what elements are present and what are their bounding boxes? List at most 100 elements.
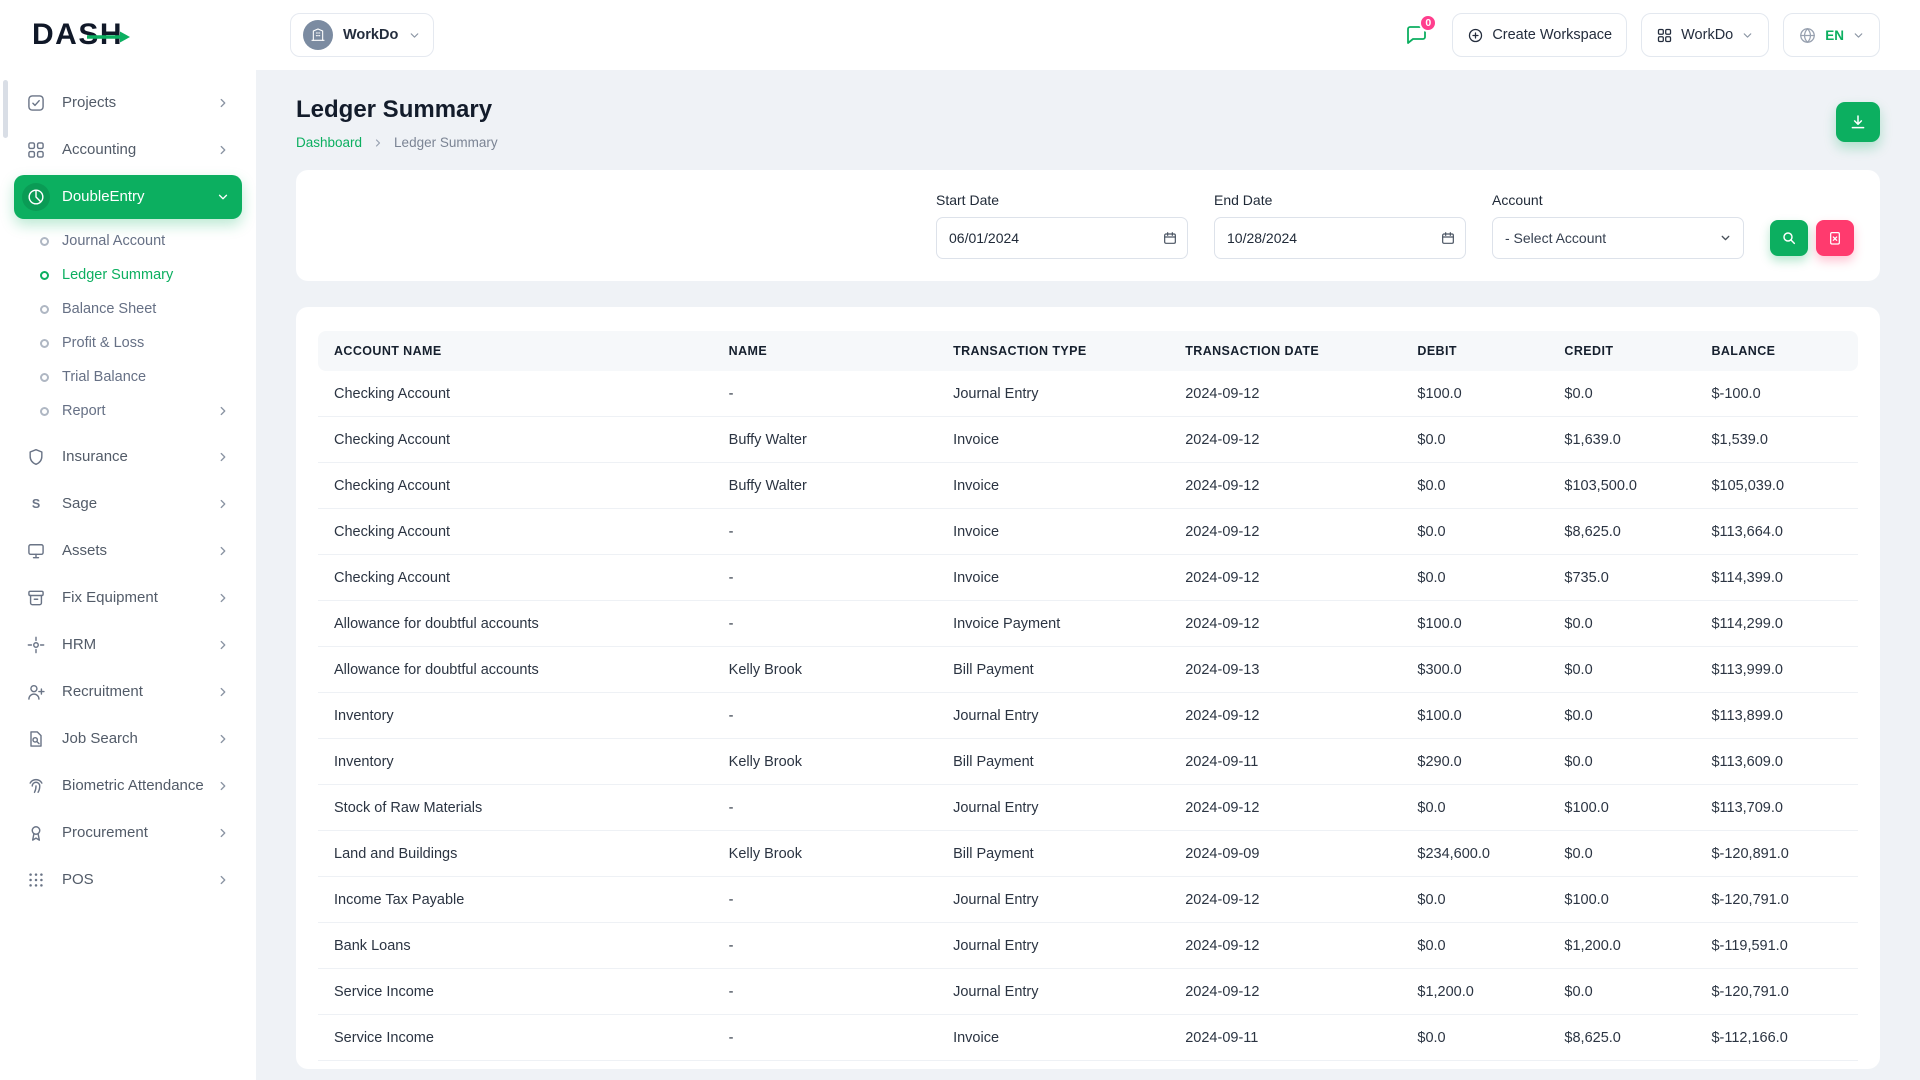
sidebar-item-accounting[interactable]: Accounting [14, 128, 242, 172]
cell-transaction-type: Journal Entry [937, 693, 1169, 739]
sidebar-subitem-journal-account[interactable]: Journal Account [30, 224, 242, 258]
cell-transaction-date: 2024-09-12 [1169, 785, 1401, 831]
sidebar-item-label: Biometric Attendance [62, 777, 204, 796]
cell-balance: $113,899.0 [1695, 693, 1858, 739]
table-body: Checking Account-Journal Entry2024-09-12… [318, 371, 1858, 1061]
sidebar-item-procurement[interactable]: Procurement [14, 811, 242, 855]
column-header-debit: DEBIT [1401, 331, 1548, 371]
sidebar-item-job-search[interactable]: Job Search [14, 717, 242, 761]
cell-account-name: Stock of Raw Materials [318, 785, 713, 831]
chevron-right-icon [216, 143, 232, 157]
chevron-down-icon [1852, 29, 1865, 42]
ledger-table: ACCOUNT NAMENAMETRANSACTION TYPETRANSACT… [318, 331, 1858, 1061]
sidebar-item-label: Recruitment [62, 683, 204, 702]
cell-balance: $105,039.0 [1695, 463, 1858, 509]
chevron-right-icon [216, 779, 232, 793]
circle-icon [40, 339, 49, 348]
cell-debit: $0.0 [1401, 417, 1548, 463]
page-title: Ledger Summary [296, 96, 498, 124]
cell-debit: $0.0 [1401, 463, 1548, 509]
cell-transaction-date: 2024-09-12 [1169, 417, 1401, 463]
reset-icon [1827, 230, 1843, 246]
create-workspace-button[interactable]: Create Workspace [1452, 13, 1627, 57]
cell-credit: $103,500.0 [1548, 463, 1695, 509]
column-header-name: NAME [713, 331, 937, 371]
workspace-menu-button[interactable]: WorkDo [1641, 13, 1769, 57]
sidebar-item-assets[interactable]: Assets [14, 529, 242, 573]
cell-transaction-type: Bill Payment [937, 739, 1169, 785]
cell-transaction-type: Journal Entry [937, 969, 1169, 1015]
language-selector[interactable]: EN [1783, 13, 1880, 57]
sidebar-item-label: Sage [62, 495, 204, 514]
cell-transaction-type: Invoice [937, 1015, 1169, 1061]
sidebar-subitem-trial-balance[interactable]: Trial Balance [30, 360, 242, 394]
chevron-right-icon [216, 404, 232, 418]
cell-transaction-type: Invoice [937, 463, 1169, 509]
app-root: DASH Projects Accounting DoubleEntry Journa… [0, 0, 1920, 1080]
cell-transaction-date: 2024-09-12 [1169, 555, 1401, 601]
sidebar-subitem-ledger-summary[interactable]: Ledger Summary [30, 258, 242, 292]
chevron-right-icon [216, 450, 232, 464]
cell-account-name: Checking Account [318, 417, 713, 463]
sidebar-item-biometric-attendance[interactable]: Biometric Attendance [14, 764, 242, 808]
cell-name: - [713, 785, 937, 831]
svg-text:S: S [32, 497, 40, 511]
sidebar-subitem-balance-sheet[interactable]: Balance Sheet [30, 292, 242, 326]
cell-name: - [713, 969, 937, 1015]
end-date-input[interactable] [1214, 217, 1466, 259]
workspace-switcher[interactable]: WorkDo [290, 13, 434, 57]
start-date-input[interactable] [936, 217, 1188, 259]
biometric-icon [22, 772, 50, 800]
sidebar-subitem-profit-loss[interactable]: Profit & Loss [30, 326, 242, 360]
sidebar-item-sage[interactable]: S Sage [14, 482, 242, 526]
breadcrumb-dashboard-link[interactable]: Dashboard [296, 135, 362, 150]
table-row: Inventory-Journal Entry2024-09-12$100.0$… [318, 693, 1858, 739]
table-row: Allowance for doubtful accounts-Invoice … [318, 601, 1858, 647]
create-workspace-label: Create Workspace [1492, 27, 1612, 43]
calendar-icon[interactable] [1440, 230, 1456, 246]
messages-button[interactable]: 0 [1394, 13, 1438, 57]
sidebar-subitem-report[interactable]: Report [30, 394, 242, 428]
sidebar-item-pos[interactable]: POS [14, 858, 242, 902]
cell-account-name: Checking Account [318, 463, 713, 509]
sidebar-item-hrm[interactable]: HRM [14, 623, 242, 667]
cell-name: - [713, 693, 937, 739]
cell-transaction-type: Journal Entry [937, 371, 1169, 417]
cell-credit: $0.0 [1548, 693, 1695, 739]
account-select[interactable]: - Select Account [1492, 217, 1744, 259]
start-date-field: Start Date [936, 192, 1188, 259]
app-logo[interactable]: DASH [32, 20, 123, 50]
sidebar-item-projects[interactable]: Projects [14, 81, 242, 125]
assets-icon [22, 537, 50, 565]
sidebar-item-label: Accounting [62, 141, 204, 160]
calendar-icon[interactable] [1162, 230, 1178, 246]
table-row: InventoryKelly BrookBill Payment2024-09-… [318, 739, 1858, 785]
download-button[interactable] [1836, 102, 1880, 142]
circle-icon [40, 407, 49, 416]
sidebar-scrollbar[interactable] [3, 80, 8, 138]
chevron-right-icon [216, 826, 232, 840]
cell-balance: $1,539.0 [1695, 417, 1858, 463]
table-header: ACCOUNT NAMENAMETRANSACTION TYPETRANSACT… [318, 331, 1858, 371]
sidebar-item-label: Projects [62, 94, 204, 113]
cell-credit: $0.0 [1548, 601, 1695, 647]
search-button[interactable] [1770, 220, 1808, 256]
circle-icon [40, 237, 49, 246]
sidebar-item-doubleentry[interactable]: DoubleEntry [14, 175, 242, 219]
cell-debit: $100.0 [1401, 693, 1548, 739]
cell-credit: $0.0 [1548, 969, 1695, 1015]
cell-balance: $113,609.0 [1695, 739, 1858, 785]
sidebar-item-fix-equipment[interactable]: Fix Equipment [14, 576, 242, 620]
table-row: Income Tax Payable-Journal Entry2024-09-… [318, 877, 1858, 923]
sage-icon: S [22, 490, 50, 518]
topbar: WorkDo 0 Create Workspace [256, 0, 1920, 70]
cell-credit: $735.0 [1548, 555, 1695, 601]
workspace-name: WorkDo [343, 27, 398, 43]
chevron-right-icon [216, 96, 232, 110]
sidebar-item-recruitment[interactable]: Recruitment [14, 670, 242, 714]
logo-row: DASH [0, 0, 256, 70]
sidebar-item-insurance[interactable]: Insurance [14, 435, 242, 479]
cell-account-name: Checking Account [318, 371, 713, 417]
cell-account-name: Land and Buildings [318, 831, 713, 877]
reset-button[interactable] [1816, 220, 1854, 256]
